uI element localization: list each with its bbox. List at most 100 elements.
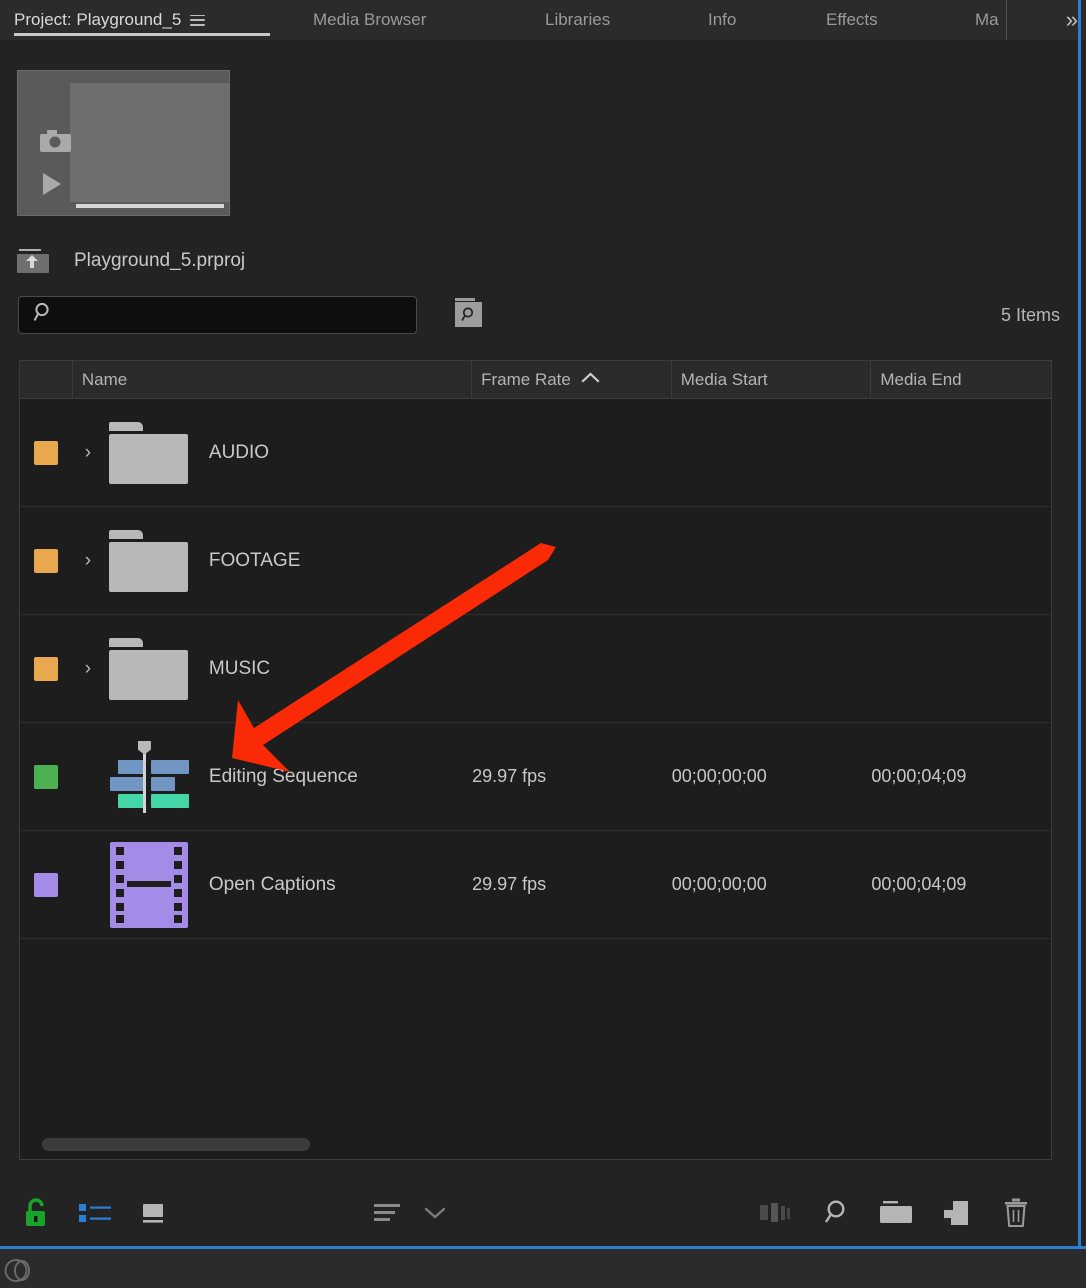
row-frame-rate-cell: [472, 399, 672, 506]
row-frame-rate-cell: [472, 507, 672, 614]
creative-cloud-icon[interactable]: [4, 1258, 32, 1283]
search-input[interactable]: [62, 306, 402, 324]
tab-overflow-chevron-icon[interactable]: »: [1066, 0, 1078, 40]
row-swatch-cell: [20, 615, 73, 722]
table-row[interactable]: Editing Sequence 29.97 fps 00;00;00;00 0…: [20, 723, 1051, 831]
delete-icon[interactable]: [999, 1190, 1033, 1236]
tab-media-browser[interactable]: Media Browser: [313, 0, 426, 40]
tab-markers-clipped[interactable]: Ma: [975, 0, 1007, 40]
play-icon[interactable]: [43, 173, 61, 195]
list-view-icon[interactable]: [78, 1190, 112, 1236]
column-header-media-end-label: Media End: [880, 369, 962, 389]
preview-thumbnail[interactable]: [17, 70, 230, 216]
active-tab-underline: [14, 33, 270, 36]
panel-focus-accent-right: [1078, 0, 1081, 1246]
tab-project-label: Project: Playground_5: [14, 10, 182, 29]
table-row[interactable]: › AUDIO: [20, 399, 1051, 507]
row-name-cell: › MUSIC: [73, 615, 472, 722]
project-items-table: Name Frame Rate Media Start Media End › …: [19, 360, 1052, 1160]
new-item-icon[interactable]: [939, 1190, 973, 1236]
preview-scrubber[interactable]: [76, 204, 224, 208]
horizontal-scrollbar-thumb[interactable]: [42, 1138, 310, 1151]
row-name-cell: Open Captions: [73, 831, 472, 938]
label-color-swatch[interactable]: [34, 872, 59, 897]
tab-libraries[interactable]: Libraries: [545, 0, 610, 40]
lock-bin-icon[interactable]: [20, 1190, 52, 1236]
row-media-start-cell: [672, 399, 872, 506]
camera-icon[interactable]: [40, 130, 71, 152]
project-file-name: Playground_5.prproj: [74, 250, 246, 271]
folder-icon: [103, 529, 195, 592]
label-color-swatch[interactable]: [34, 764, 59, 789]
row-frame-rate-cell: 29.97 fps: [472, 766, 547, 786]
find-button-bar: [455, 298, 475, 301]
row-name-cell: › AUDIO: [73, 399, 472, 506]
search-field[interactable]: [18, 296, 417, 334]
column-header-frame-rate-label: Frame Rate: [481, 369, 571, 389]
sequence-icon: [103, 740, 195, 813]
table-row[interactable]: › FOOTAGE: [20, 507, 1051, 615]
disclosure-chevron-right-icon[interactable]: ›: [73, 442, 103, 464]
column-header-frame-rate[interactable]: Frame Rate: [472, 361, 672, 398]
row-media-end-cell: [871, 507, 1051, 614]
sort-icon[interactable]: [372, 1190, 406, 1236]
folder-icon: [103, 421, 195, 484]
row-swatch-cell: [20, 723, 73, 830]
row-media-end-cell: [871, 615, 1051, 722]
row-media-start-cell: 00;00;00;00: [671, 874, 767, 894]
panel-menu-icon[interactable]: [190, 14, 206, 26]
column-header-media-start-label: Media Start: [680, 369, 768, 389]
project-file-row[interactable]: Playground_5.prproj: [17, 248, 245, 274]
table-header-row: Name Frame Rate Media Start Media End: [20, 361, 1051, 399]
disclosure-chevron-right-icon[interactable]: ›: [73, 658, 103, 680]
table-body: › AUDIO › FOOTAGE › MUSIC Editing Sequen…: [20, 399, 1051, 939]
find-icon[interactable]: [819, 1190, 853, 1236]
label-color-swatch[interactable]: [34, 656, 59, 681]
row-name-cell: › FOOTAGE: [73, 507, 472, 614]
row-frame-rate-cell: [472, 615, 672, 722]
column-header-name[interactable]: Name: [73, 361, 473, 398]
item-name-label: MUSIC: [208, 657, 271, 679]
row-frame-rate-cell: 29.97 fps: [472, 874, 547, 894]
horizontal-scrollbar[interactable]: [20, 1133, 1051, 1159]
new-bin-icon[interactable]: [877, 1190, 915, 1236]
row-swatch-cell: [20, 507, 73, 614]
column-header-swatch[interactable]: [20, 361, 73, 398]
items-count: 5 Items: [1000, 305, 1060, 325]
premiere-project-panel: Project: Playground_5 Media Browser Libr…: [0, 0, 1086, 1288]
row-media-end-cell: 00;00;04;09: [871, 874, 967, 894]
freeform-view-icon[interactable]: [758, 1190, 794, 1236]
panel-divider: [1006, 0, 1007, 40]
label-color-swatch[interactable]: [34, 440, 59, 465]
column-header-media-start[interactable]: Media Start: [672, 361, 872, 398]
item-name-label: AUDIO: [208, 441, 270, 463]
tab-libraries-label: Libraries: [545, 10, 611, 29]
table-row[interactable]: › MUSIC: [20, 615, 1051, 723]
row-media-start-cell: [672, 507, 872, 614]
tab-markers-label: Ma: [975, 10, 999, 29]
row-swatch-cell: [20, 831, 73, 938]
navigate-up-folder-icon[interactable]: [17, 248, 49, 274]
column-header-media-end[interactable]: Media End: [871, 361, 1051, 398]
disclosure-chevron-right-icon[interactable]: ›: [73, 550, 103, 572]
label-color-swatch[interactable]: [34, 548, 59, 573]
icon-view-icon[interactable]: [139, 1190, 171, 1236]
row-swatch-cell: [20, 399, 73, 506]
table-row[interactable]: Open Captions 29.97 fps 00;00;00;00 00;0…: [20, 831, 1051, 939]
preview-screen: [70, 83, 230, 202]
tab-effects[interactable]: Effects: [826, 0, 878, 40]
find-in-project-button[interactable]: [455, 302, 482, 327]
row-media-end-cell: [871, 399, 1051, 506]
chevron-down-icon[interactable]: [420, 1190, 450, 1236]
sort-ascending-icon: [581, 372, 600, 387]
row-media-start-cell: 00;00;00;00: [671, 766, 767, 786]
tab-info[interactable]: Info: [708, 0, 736, 40]
tab-media-browser-label: Media Browser: [313, 10, 427, 29]
status-bar: [0, 1249, 1086, 1288]
row-name-cell: Editing Sequence: [73, 723, 472, 830]
folder-icon: [103, 637, 195, 700]
row-media-end-cell: 00;00;04;09: [871, 766, 967, 786]
film-strip-icon: [103, 841, 195, 928]
tab-effects-label: Effects: [826, 10, 878, 29]
tab-info-label: Info: [708, 10, 737, 29]
